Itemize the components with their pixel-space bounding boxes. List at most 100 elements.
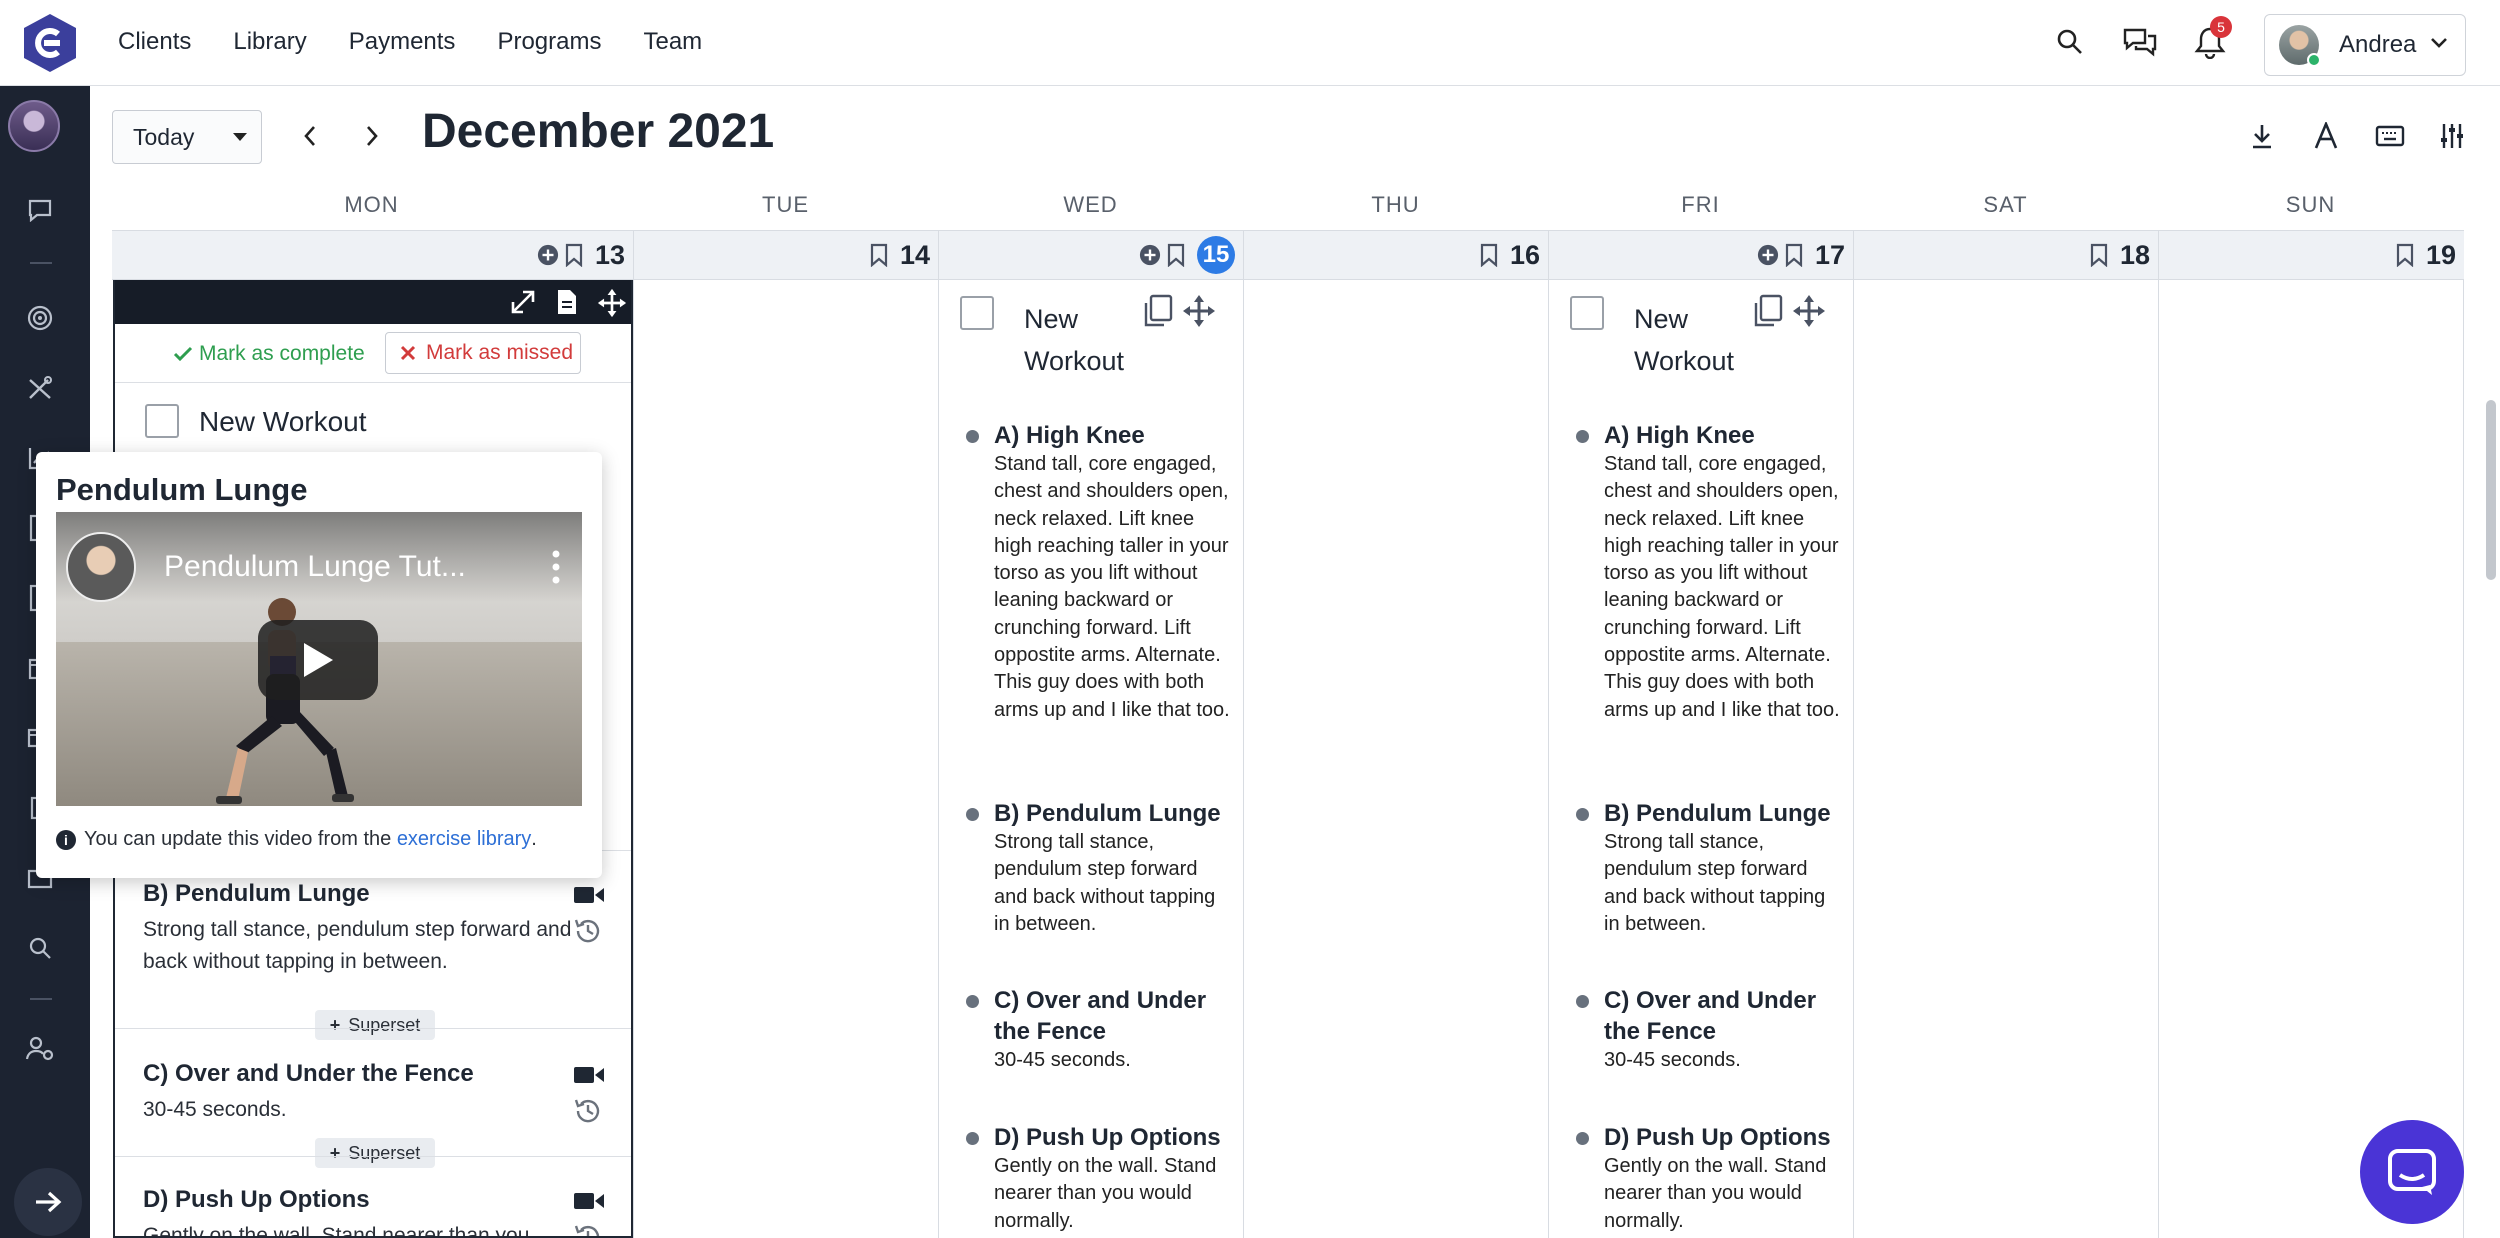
nav-team[interactable]: Team [643, 28, 702, 56]
date-cell-sun: 19 [2158, 231, 2464, 279]
bookmark-icon[interactable] [1480, 243, 1502, 267]
superset-label: Superset [348, 1142, 421, 1163]
chevron-left-icon [304, 126, 315, 146]
bookmark-icon[interactable] [565, 243, 587, 267]
messages-icon[interactable] [2120, 22, 2160, 62]
superset-button[interactable]: + Superset [315, 1138, 435, 1168]
history-icon[interactable] [573, 1222, 603, 1236]
superset-button[interactable]: + Superset [315, 1010, 435, 1040]
exercise-item[interactable]: B) Pendulum Lunge Strong tall stance, pe… [143, 880, 583, 978]
workout-title[interactable]: New Workout [199, 406, 367, 438]
date-19[interactable]: 19 [2426, 240, 2456, 271]
weekday-thu: THU [1371, 192, 1420, 217]
bookmark-icon[interactable] [870, 243, 892, 267]
top-bar: Clients Library Payments Programs Team 5… [0, 0, 2500, 86]
prev-week-button[interactable] [292, 118, 328, 154]
exercise-description: Gently on the wall. Stand nearer than yo… [994, 1155, 1217, 1232]
play-button[interactable] [258, 620, 378, 700]
exercise-item[interactable]: A) High Knee Stand tall, core engaged, c… [1570, 420, 1846, 724]
exercise-name: D) Push Up Options [994, 1124, 1221, 1151]
video-icon[interactable] [573, 884, 605, 906]
today-dropdown[interactable]: Today [112, 110, 262, 164]
sidebar-expand-button[interactable] [14, 1168, 82, 1236]
workout-checkbox[interactable] [145, 404, 179, 438]
column-divider [2158, 280, 2159, 1238]
font-size-icon[interactable] [2306, 116, 2346, 156]
date-14[interactable]: 14 [900, 240, 930, 271]
channel-avatar[interactable] [66, 532, 136, 602]
video-icon[interactable] [573, 1190, 605, 1212]
exercise-item[interactable]: A) High Knee Stand tall, core engaged, c… [960, 420, 1236, 724]
bookmark-icon[interactable] [2090, 243, 2112, 267]
exercise-item[interactable]: C) Over and Under the Fence 30-45 second… [1570, 985, 1846, 1074]
history-icon[interactable] [573, 916, 603, 946]
date-cell-fri: 17 [1548, 231, 1853, 279]
date-16[interactable]: 16 [1510, 240, 1540, 271]
exercise-description: Gently on the wall. Stand nearer than yo… [1604, 1155, 1827, 1232]
exercise-bullet [1576, 1132, 1589, 1145]
video-title[interactable]: Pendulum Lunge Tut... [164, 550, 466, 584]
copy-icon[interactable] [1142, 294, 1174, 328]
add-circle-icon[interactable] [1139, 243, 1161, 267]
date-15-today[interactable]: 15 [1197, 236, 1235, 274]
video-player[interactable]: Pendulum Lunge Tut... [56, 512, 582, 806]
search-icon[interactable] [24, 932, 56, 964]
nav-clients[interactable]: Clients [118, 28, 191, 56]
date-17[interactable]: 17 [1815, 240, 1845, 271]
bookmark-icon[interactable] [1785, 243, 1807, 267]
popover-title: Pendulum Lunge [56, 472, 308, 507]
client-avatar[interactable] [8, 100, 60, 152]
exercise-item[interactable]: D) Push Up Options Gently on the wall. S… [1570, 1122, 1846, 1235]
expand-icon[interactable] [509, 288, 537, 316]
nav-payments[interactable]: Payments [349, 28, 456, 56]
exercise-item[interactable]: C) Over and Under the Fence 30-45 second… [960, 985, 1236, 1074]
mark-complete-button[interactable]: Mark as complete [173, 334, 365, 374]
exercise-item[interactable]: C) Over and Under the Fence 30-45 second… [143, 1060, 583, 1126]
move-icon[interactable] [1182, 294, 1216, 328]
document-icon[interactable] [555, 288, 583, 316]
copy-icon[interactable] [1752, 294, 1784, 328]
mark-complete-label: Mark as complete [199, 342, 365, 365]
user-settings-icon[interactable] [24, 1032, 56, 1064]
weekday-tue: TUE [762, 192, 809, 217]
workout-checkbox[interactable] [960, 296, 994, 330]
history-icon[interactable] [573, 1096, 603, 1126]
app-logo[interactable] [22, 12, 78, 74]
workout-title[interactable]: New Workout [1024, 298, 1144, 382]
nav-programs[interactable]: Programs [497, 28, 601, 56]
exercise-item[interactable]: D) Push Up Options Gently on the wall. S… [143, 1186, 583, 1236]
search-icon[interactable] [2050, 22, 2090, 62]
exercise-item[interactable]: B) Pendulum Lunge Strong tall stance, pe… [1570, 798, 1846, 938]
more-options-icon[interactable] [552, 550, 560, 584]
workout-checkbox[interactable] [1570, 296, 1604, 330]
chat-icon[interactable] [24, 194, 56, 226]
add-circle-icon[interactable] [1757, 243, 1779, 267]
mark-missed-button[interactable]: Mark as missed [385, 332, 581, 374]
bookmark-icon[interactable] [1167, 243, 1189, 267]
notifications-icon[interactable]: 5 [2190, 16, 2232, 62]
keyboard-icon[interactable] [2370, 116, 2410, 156]
exercise-library-link[interactable]: exercise library [397, 828, 531, 851]
move-icon[interactable] [597, 288, 627, 318]
bookmark-icon[interactable] [2396, 243, 2418, 267]
workout-title[interactable]: New Workout [1634, 298, 1754, 382]
goal-icon[interactable] [24, 302, 56, 334]
divider [115, 382, 631, 383]
add-circle-icon[interactable] [537, 243, 559, 267]
user-menu[interactable]: Andrea [2264, 14, 2466, 76]
date-13[interactable]: 13 [595, 240, 625, 271]
download-icon[interactable] [2242, 116, 2282, 156]
nutrition-icon[interactable] [24, 372, 56, 404]
date-18[interactable]: 18 [2120, 240, 2150, 271]
video-icon[interactable] [573, 1064, 605, 1086]
support-chat-button[interactable] [2360, 1120, 2464, 1224]
next-week-button[interactable] [354, 118, 390, 154]
filter-settings-icon[interactable] [2432, 116, 2472, 156]
exercise-name: A) High Knee [994, 422, 1145, 449]
scrollbar[interactable] [2486, 400, 2496, 580]
move-icon[interactable] [1792, 294, 1826, 328]
exercise-item[interactable]: D) Push Up Options Gently on the wall. S… [960, 1122, 1236, 1235]
nav-library[interactable]: Library [233, 28, 306, 56]
play-icon [304, 643, 333, 677]
exercise-item[interactable]: B) Pendulum Lunge Strong tall stance, pe… [960, 798, 1236, 938]
